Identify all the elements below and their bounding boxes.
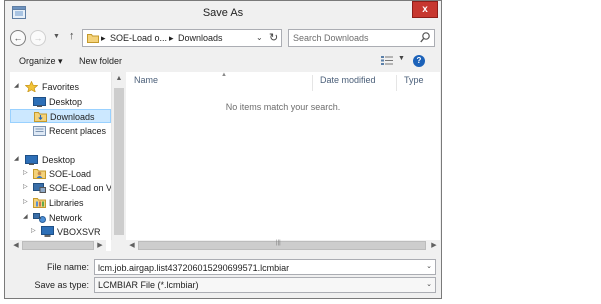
close-button[interactable]: x (412, 1, 438, 18)
scrollbar-corner (111, 240, 125, 251)
expanded-toggle-icon[interactable]: ◢ (14, 155, 19, 162)
chevron-down-icon[interactable]: ⌄ (426, 280, 432, 288)
view-dropdown-icon[interactable]: ▼ (398, 55, 405, 62)
desktop-icon (25, 155, 38, 165)
forward-button[interactable]: → (30, 30, 46, 46)
sidebar-item-vboxsvr[interactable]: ▷ VBOXSVR (10, 225, 111, 239)
help-icon[interactable]: ? (413, 55, 425, 67)
file-list-h-scrollbar-thumb[interactable] (138, 241, 426, 250)
sidebar-item-label: Downloads (50, 112, 95, 122)
breadcrumb-downloads[interactable]: Downloads (178, 33, 223, 43)
sidebar-item-label: Network (49, 213, 83, 223)
sidebar-item-desktop[interactable]: Desktop (10, 95, 111, 109)
chevron-down-icon[interactable]: ⌄ (426, 262, 432, 270)
file-name-row: File name: ⌄ (5, 259, 441, 277)
expanded-toggle-icon[interactable]: ◢ (14, 82, 19, 89)
column-header-name[interactable]: Name (126, 75, 312, 91)
sidebar-item-libraries[interactable]: ▷ Libraries (10, 196, 111, 210)
user-folder-icon (33, 169, 46, 179)
save-as-type-value: LCMBIAR File (*.lcmbiar) (98, 280, 199, 290)
sidebar-item-label: VBOXSVR (57, 227, 101, 237)
scroll-left-arrow-icon[interactable]: ◀ (10, 240, 22, 251)
back-arrow-icon: ← (13, 33, 23, 43)
address-bar[interactable]: ▸ SOE-Load o... ▸ Downloads ⌄ ↻ (82, 29, 282, 47)
file-name-combobox[interactable]: ⌄ (94, 259, 436, 275)
computer-icon (41, 226, 54, 237)
scroll-right-arrow-icon[interactable]: ▶ (94, 240, 106, 251)
recent-places-icon (33, 126, 46, 136)
scroll-right-arrow-icon[interactable]: ▶ (428, 240, 440, 251)
sidebar-item-network[interactable]: ◢ Network (10, 211, 111, 225)
sidebar-item-label: Recent places (49, 126, 107, 136)
window-title: Save As (202, 7, 244, 19)
search-input[interactable] (293, 32, 413, 44)
desktop-icon (33, 97, 46, 107)
up-arrow-icon[interactable]: ↑ (69, 30, 75, 42)
nav-horizontal-scrollbar[interactable]: ◀ ▶ (10, 240, 106, 251)
column-header-date-modified[interactable]: Date modified (312, 75, 396, 91)
sidebar-item-label: Favorites (42, 82, 80, 92)
column-header-type[interactable]: Type (396, 75, 440, 91)
breadcrumb-separator: ▸ (169, 33, 174, 43)
breadcrumb-soe-load[interactable]: SOE-Load o... (110, 33, 167, 43)
sidebar-item-desktop[interactable]: ◢ Desktop (10, 153, 111, 167)
scrollbar-grip-icon: ||| (276, 240, 281, 246)
refresh-icon[interactable]: ↻ (269, 31, 278, 44)
nav-scrollbar-thumb[interactable] (114, 88, 124, 235)
organize-menu[interactable]: Organize ▾ (19, 56, 63, 67)
sidebar-item-label: Desktop (42, 155, 76, 165)
search-icon[interactable] (420, 32, 430, 43)
sidebar-item-label: SOE-Load (49, 169, 92, 179)
sidebar-item-recent-places[interactable]: Recent places (10, 124, 111, 138)
nav-vertical-scrollbar[interactable]: ▲ ▼ (111, 72, 125, 251)
command-bar: Organize ▾ New folder ▼ ? (5, 51, 441, 71)
collapsed-toggle-icon[interactable]: ▷ (23, 169, 28, 176)
breadcrumb-separator: ▸ (101, 33, 106, 43)
nav-h-scrollbar-thumb[interactable] (22, 241, 94, 250)
scroll-up-arrow-icon[interactable]: ▲ (112, 72, 125, 86)
collapsed-toggle-icon[interactable]: ▷ (31, 227, 36, 234)
collapsed-toggle-icon[interactable]: ▷ (23, 198, 28, 205)
save-as-type-label: Save as type: (34, 280, 89, 290)
sidebar-item-soe-load-on-vir[interactable]: ▷ SOE-Load on VIR (10, 181, 121, 195)
save-as-dialog: Save As x ← → ▼ ↑ ▸ SOE-Load o... ▸ Down… (4, 0, 442, 299)
scroll-left-arrow-icon[interactable]: ◀ (126, 240, 138, 251)
file-list-pane[interactable]: ▲ Name Date modified Type No items match… (126, 72, 440, 251)
file-name-label: File name: (46, 262, 89, 272)
star-icon (25, 81, 38, 92)
address-row: ← → ▼ ↑ ▸ SOE-Load o... ▸ Downloads ⌄ ↻ (5, 27, 441, 49)
empty-list-message: No items match your search. (225, 102, 341, 112)
file-name-input[interactable] (98, 262, 418, 273)
recent-locations-dropdown[interactable]: ▼ (53, 33, 60, 40)
sidebar-item-favorites[interactable]: ◢ Favorites (10, 80, 111, 94)
collapsed-toggle-icon[interactable]: ▷ (23, 183, 28, 190)
view-options-icon[interactable] (380, 55, 394, 66)
folder-icon (87, 34, 99, 43)
forward-arrow-icon: → (33, 33, 43, 43)
navigation-pane[interactable]: ◢ Favorites Desktop Downloads Recent places ◢… (10, 72, 125, 251)
back-button[interactable]: ← (10, 30, 26, 46)
expanded-toggle-icon[interactable]: ◢ (23, 213, 28, 220)
sidebar-item-label: Desktop (49, 97, 83, 107)
sidebar-item-label: Libraries (49, 198, 84, 208)
new-folder-button[interactable]: New folder (79, 56, 122, 66)
network-icon (33, 213, 46, 223)
file-list-horizontal-scrollbar[interactable]: ◀ ||| ▶ (126, 240, 440, 251)
network-drive-icon (33, 183, 46, 193)
search-box[interactable] (288, 29, 435, 47)
sidebar-item-downloads[interactable]: Downloads (10, 109, 111, 123)
address-dropdown-icon[interactable]: ⌄ (256, 33, 263, 42)
title-bar[interactable]: Save As x (5, 1, 441, 25)
downloads-folder-icon (34, 112, 47, 122)
sidebar-item-soe-load[interactable]: ▷ SOE-Load (10, 167, 111, 181)
save-as-type-select[interactable]: LCMBIAR File (*.lcmbiar) ⌄ (94, 277, 436, 293)
libraries-icon (33, 198, 46, 208)
save-as-type-row: Save as type: LCMBIAR File (*.lcmbiar) ⌄ (5, 277, 441, 295)
